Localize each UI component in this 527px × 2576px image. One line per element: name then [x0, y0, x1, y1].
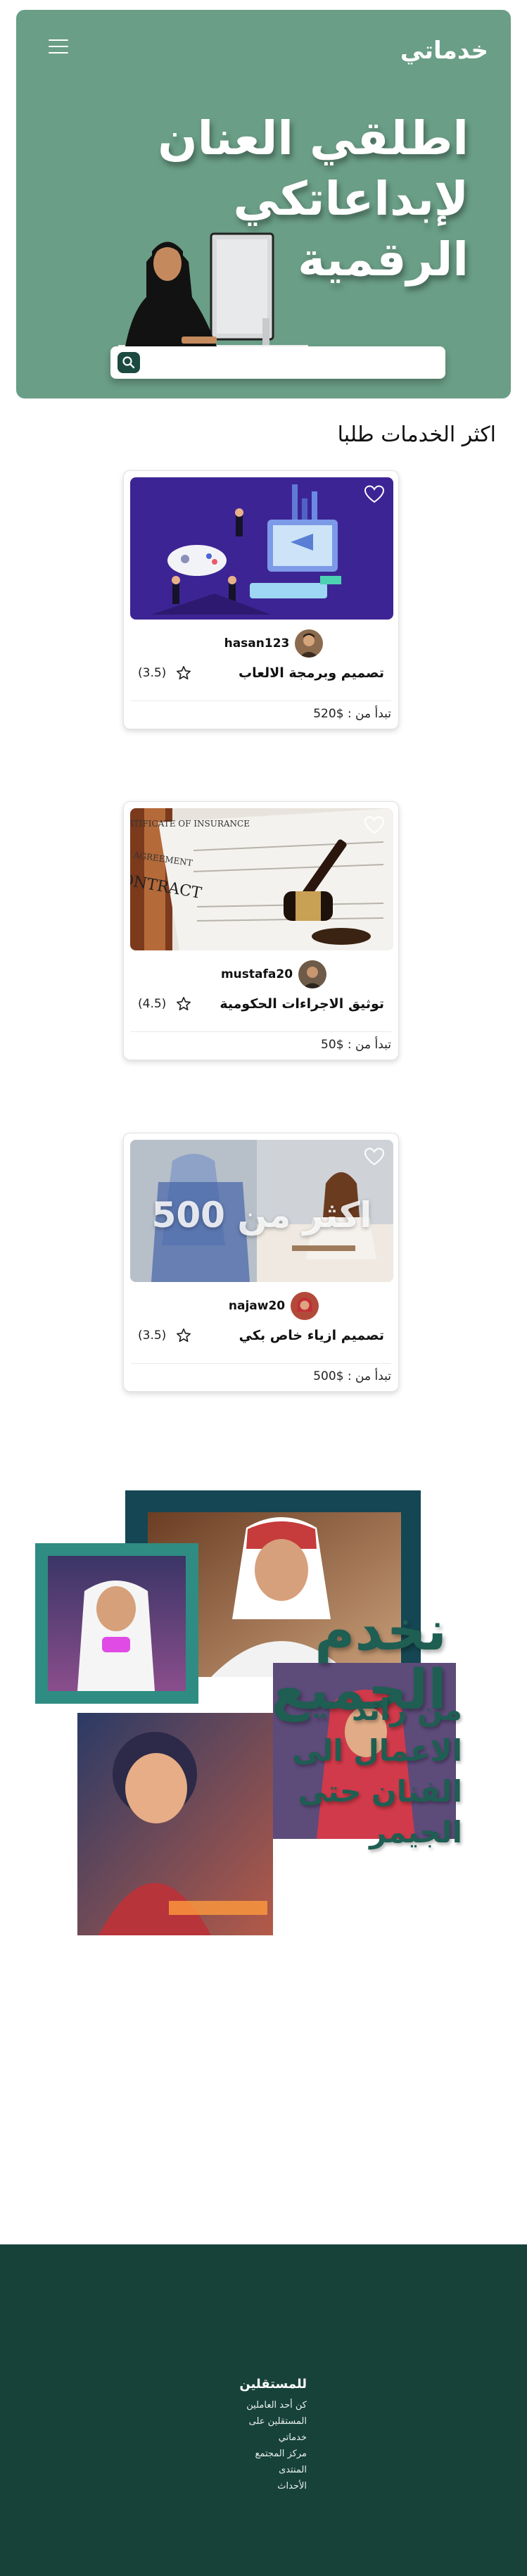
footer-freelancers-column: للمستقلين كن أحد العاملين المستقلين على … [239, 2377, 307, 2494]
seller-avatar[interactable] [295, 629, 324, 658]
hamburger-menu-icon[interactable] [49, 39, 68, 56]
hero-banner: خدماتي اطلقي العنان لإبداعاتكي الرقمية [16, 10, 511, 398]
brand-logo[interactable]: خدماتي [400, 37, 488, 65]
seller-info: najaw20 [124, 1290, 398, 1322]
service-card[interactable]: CERTIFICATE OF INSURANCE SERVICE AGREEME… [123, 801, 399, 1060]
footer-heading: للمستقلين [239, 2377, 307, 2392]
service-image-contract: CERTIFICATE OF INSURANCE SERVICE AGREEME… [130, 808, 393, 950]
star-icon[interactable] [176, 996, 191, 1012]
seller-info: mustafa20 [124, 958, 398, 991]
price: تبدأ من : $50 [131, 1031, 391, 1054]
fashion-overlay-text: اكثر من 500 [151, 1195, 372, 1236]
search-button[interactable] [118, 352, 140, 373]
service-title[interactable]: تصميم ازياء خاص بكي [239, 1328, 384, 1343]
rating: (4.5) [138, 996, 191, 1012]
seller-name[interactable]: mustafa20 [221, 967, 293, 981]
service-image-fashion: اكثر من 500 [130, 1140, 393, 1282]
seller-info: hasan123 [124, 627, 398, 660]
search-input[interactable] [147, 351, 437, 375]
price: تبدأ من : $520 [131, 700, 391, 723]
footer-link-freelancers[interactable]: المستقلين على [239, 2413, 307, 2430]
price: تبدأ من : $500 [131, 1363, 391, 1386]
footer-link-events[interactable]: الأحداث [239, 2478, 307, 2494]
woman-at-computer-illustration [118, 232, 308, 360]
contract-certificate-text: CERTIFICATE OF INSURANCE [130, 819, 250, 829]
seller-name[interactable]: najaw20 [229, 1299, 285, 1313]
favorite-heart-icon[interactable] [364, 815, 385, 835]
footer-link-forum[interactable]: المنتدى [239, 2462, 307, 2478]
search-icon [122, 356, 135, 369]
favorite-heart-icon[interactable] [364, 1147, 385, 1167]
service-card[interactable]: اكثر من 500 najaw20 تصميم ازياء خاص بكي … [123, 1133, 399, 1392]
collage-subline: من رائد الاعمال الى الفنان حتى الجيمر [291, 1692, 462, 1849]
rating-value: (3.5) [138, 1328, 167, 1343]
footer-link-join[interactable]: كن أحد العاملين [239, 2397, 307, 2413]
rating-value: (4.5) [138, 997, 167, 1011]
section-title: اكثر الخدمات طلبا [337, 422, 496, 447]
rating-value: (3.5) [138, 666, 167, 680]
service-title[interactable]: توثيق الاجراءات الحكومية [220, 996, 384, 1012]
service-card[interactable]: hasan123 تصميم وبرمجة الالعاب (3.5) تبدأ… [123, 470, 399, 729]
star-icon[interactable] [176, 1328, 191, 1343]
audience-collage: نخدم الجميع من رائد الاعمال الى الفنان ح… [0, 1478, 527, 1950]
footer: للمستقلين كن أحد العاملين المستقلين على … [0, 2244, 527, 2576]
favorite-heart-icon[interactable] [364, 484, 385, 504]
service-title[interactable]: تصميم وبرمجة الالعاب [239, 665, 384, 681]
footer-link-community[interactable]: مركز المجتمع [239, 2446, 307, 2462]
seller-avatar[interactable] [291, 1292, 319, 1320]
footer-link-khadamati[interactable]: خدماتي [239, 2430, 307, 2446]
seller-name[interactable]: hasan123 [224, 636, 290, 651]
seller-avatar[interactable] [298, 960, 327, 988]
search-bar [110, 346, 445, 379]
star-icon[interactable] [176, 665, 191, 681]
rating: (3.5) [138, 1328, 191, 1343]
rating: (3.5) [138, 665, 191, 681]
service-image-gaming [130, 477, 393, 620]
